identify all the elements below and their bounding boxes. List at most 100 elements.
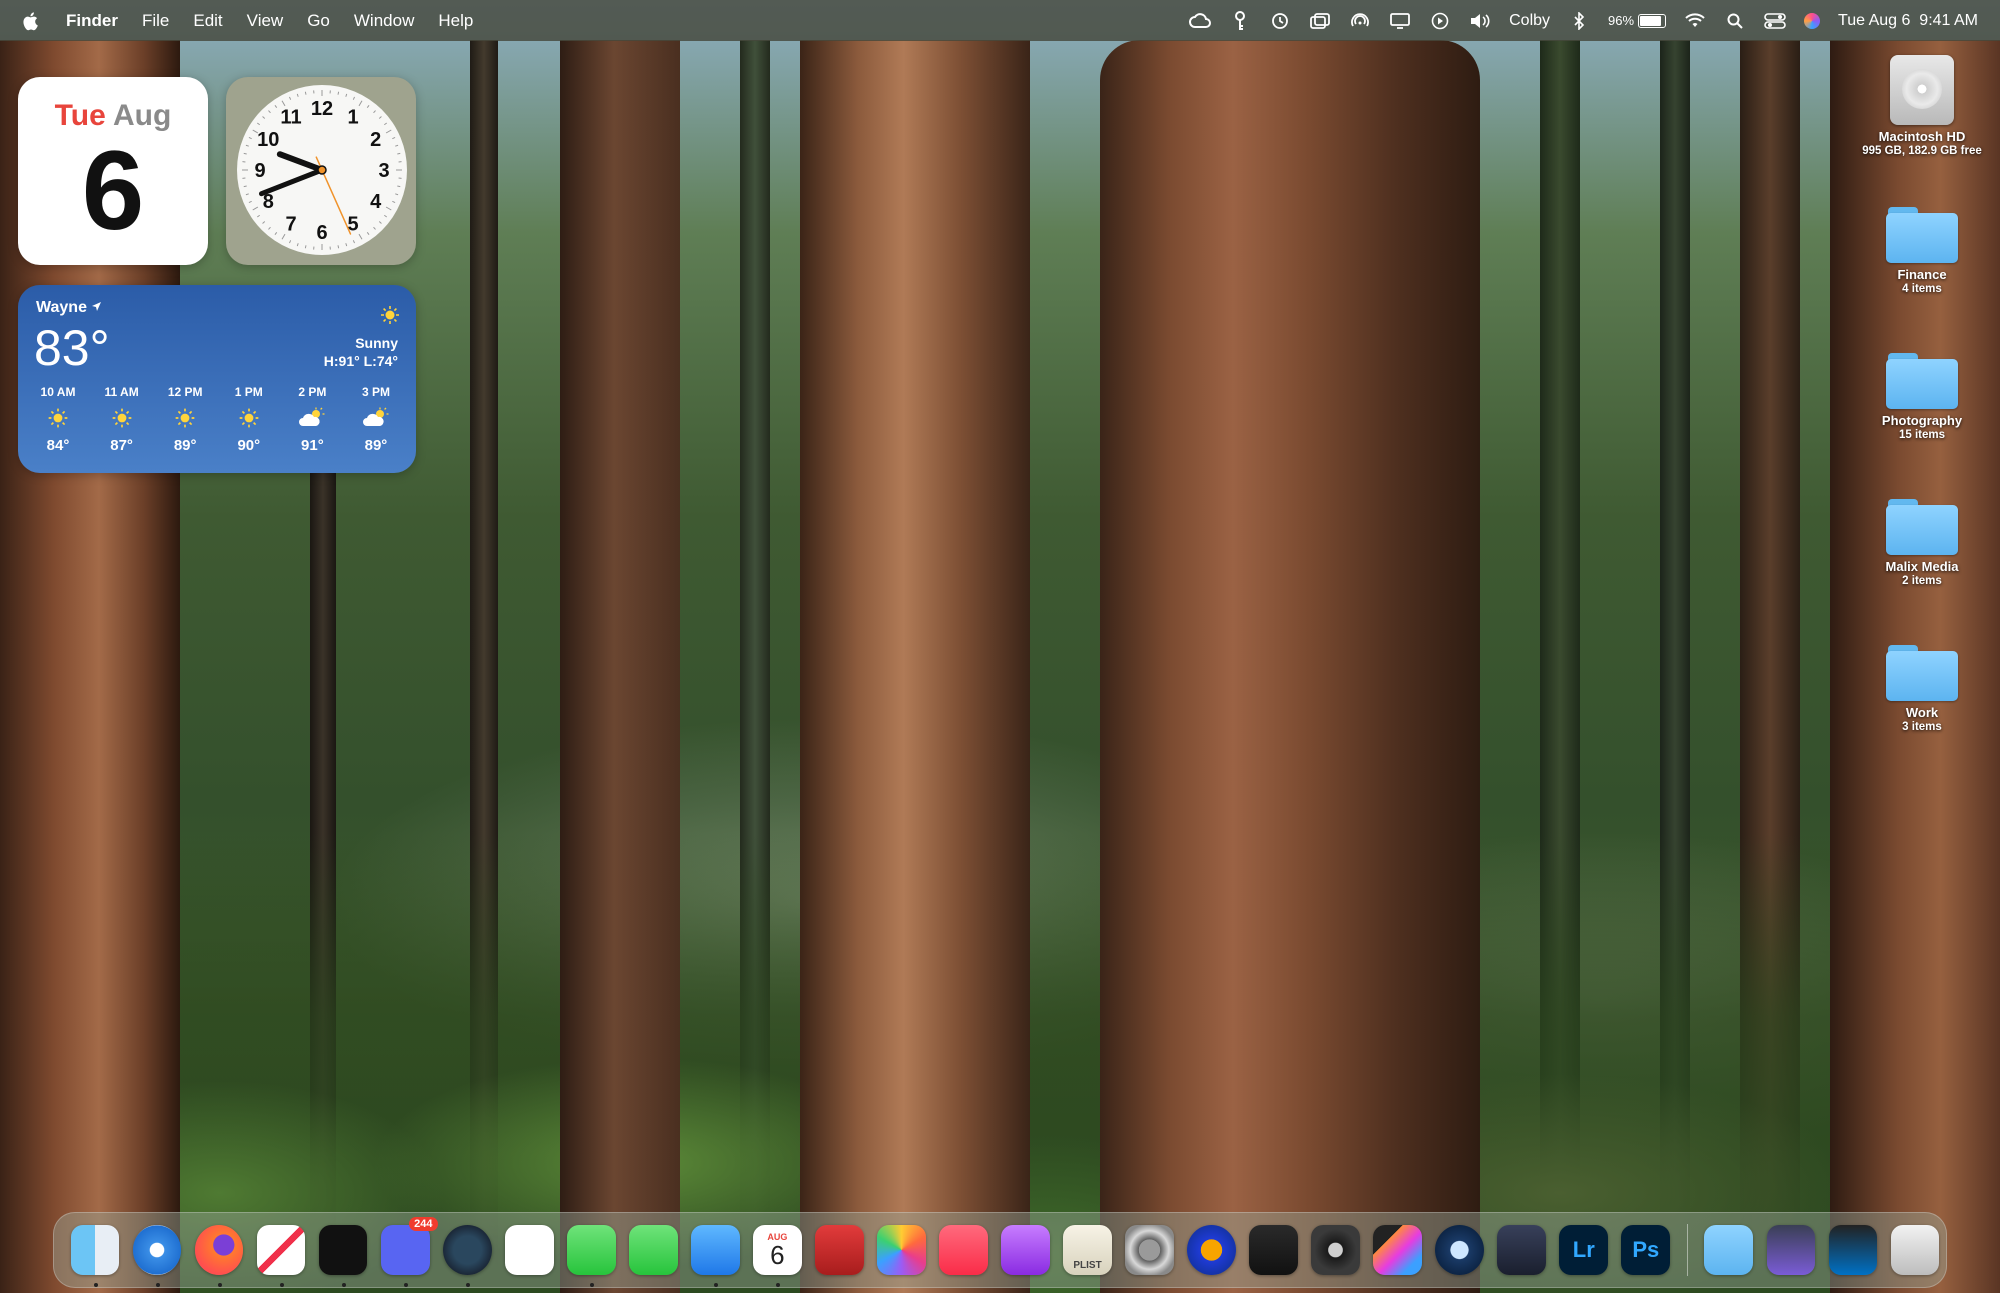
running-indicator bbox=[589, 1283, 594, 1287]
display-icon[interactable] bbox=[1389, 12, 1411, 30]
dock-lightroom-icon[interactable]: Lr bbox=[1559, 1225, 1609, 1275]
dock-firefox-icon[interactable] bbox=[194, 1225, 244, 1287]
clock-tick bbox=[358, 233, 363, 240]
dock-photos-icon[interactable] bbox=[877, 1225, 926, 1275]
dock-layers-app-icon[interactable] bbox=[504, 1225, 554, 1275]
clock-tick bbox=[296, 93, 299, 97]
clock-tick bbox=[392, 200, 396, 203]
dock-intel-stack-icon[interactable] bbox=[1828, 1225, 1878, 1275]
weather-location: Wayne bbox=[36, 299, 102, 317]
creative-cloud-icon[interactable] bbox=[1189, 12, 1212, 30]
clock-tick bbox=[352, 96, 355, 100]
running-indicator bbox=[465, 1283, 470, 1287]
volume-icon[interactable] bbox=[1469, 12, 1491, 30]
dock-garageband-icon[interactable] bbox=[1249, 1225, 1298, 1275]
dock-messages-icon[interactable] bbox=[566, 1225, 616, 1287]
clock-tick bbox=[352, 240, 355, 244]
wifi-icon[interactable] bbox=[1684, 12, 1706, 30]
dock-separator bbox=[1686, 1224, 1688, 1276]
menu-help[interactable]: Help bbox=[438, 11, 473, 31]
dock-facetime-icon[interactable] bbox=[628, 1225, 678, 1275]
clock-tick bbox=[248, 137, 252, 140]
dock-final-cut-pro-icon[interactable] bbox=[1373, 1225, 1422, 1275]
clock-number: 12 bbox=[311, 98, 333, 120]
weather-widget[interactable]: Wayne 83° Sunny H:91° L:74° 10 AM 84° 11 A… bbox=[18, 285, 416, 473]
desktop-icon-finance[interactable]: Finance 4 items bbox=[1852, 207, 1992, 295]
dock-mail-icon[interactable] bbox=[691, 1225, 740, 1287]
desktop-icon-subtitle: 2 items bbox=[1902, 575, 1942, 587]
dock-audacity-icon[interactable] bbox=[1187, 1225, 1236, 1275]
desktop-icon-photography[interactable]: Photography 15 items bbox=[1852, 353, 1992, 441]
clock-widget[interactable]: 12 1 2 3 4 5 6 7 8 9 10 11 bbox=[226, 77, 416, 265]
play-icon[interactable] bbox=[1429, 12, 1451, 30]
clock-tick bbox=[378, 221, 382, 224]
clock-tick bbox=[243, 185, 247, 188]
clock-tick bbox=[268, 226, 271, 230]
clock-tick bbox=[384, 214, 388, 218]
clock-tick bbox=[395, 144, 399, 147]
dock-safari-icon[interactable] bbox=[132, 1225, 182, 1287]
dock-news-icon[interactable] bbox=[256, 1225, 306, 1287]
clock-tick bbox=[262, 116, 266, 119]
desktop-icon-label: Macintosh HD bbox=[1878, 129, 1966, 144]
dock-trash-icon[interactable] bbox=[1890, 1225, 1940, 1275]
running-indicator bbox=[776, 1283, 781, 1287]
dock-plist-editor-icon[interactable]: PLIST bbox=[1063, 1225, 1112, 1275]
hourly-temp: 87° bbox=[110, 437, 133, 454]
clock-tick bbox=[373, 226, 376, 230]
dock-steam-icon[interactable] bbox=[442, 1225, 492, 1287]
dock-photoshop-icon[interactable]: Ps bbox=[1621, 1225, 1671, 1275]
partly-cloudy-icon bbox=[346, 403, 406, 433]
dock-finder-icon[interactable] bbox=[70, 1225, 120, 1287]
spotlight-search-icon[interactable] bbox=[1724, 12, 1746, 30]
dock-quicktime-icon[interactable] bbox=[1435, 1225, 1485, 1275]
hourly-temp: 89° bbox=[173, 437, 197, 454]
airdrop-icon[interactable] bbox=[1349, 12, 1371, 30]
desktop-icon-subtitle: 3 items bbox=[1902, 721, 1942, 733]
menu-app-name[interactable]: Finder bbox=[66, 11, 118, 31]
menu-file[interactable]: File bbox=[142, 11, 169, 31]
dock-podcasts-icon[interactable] bbox=[1001, 1225, 1050, 1275]
control-center-icon[interactable] bbox=[1764, 12, 1786, 30]
clock-number: 7 bbox=[285, 214, 296, 236]
menu-view[interactable]: View bbox=[247, 11, 284, 31]
desktop-icon-macintosh-hd[interactable]: Macintosh HD 995 GB, 182.9 GB free bbox=[1852, 55, 1992, 157]
dock-app-glyph: Lr bbox=[1572, 1237, 1595, 1262]
dock-davinci-resolve-icon[interactable] bbox=[1497, 1225, 1547, 1275]
bluetooth-icon[interactable] bbox=[1568, 11, 1590, 30]
clock-number: 10 bbox=[257, 129, 279, 151]
dock-system-settings-icon[interactable] bbox=[1125, 1225, 1174, 1275]
sun-icon bbox=[155, 403, 215, 433]
clock-center bbox=[317, 165, 327, 175]
dock-stocks-icon[interactable] bbox=[318, 1225, 368, 1287]
clock-tick bbox=[366, 232, 370, 236]
weather-condition: Sunny bbox=[355, 335, 398, 351]
dock-calendar-icon[interactable]: AUG 6 bbox=[753, 1225, 802, 1287]
hourly-temp: 91° bbox=[301, 437, 324, 454]
user-name[interactable]: Colby bbox=[1509, 12, 1550, 30]
hourly-forecast-item: 10 AM 84° bbox=[28, 385, 88, 454]
dock-downloads-folder-icon[interactable] bbox=[1704, 1225, 1754, 1275]
clock-tick bbox=[392, 137, 396, 140]
dock-photo-booth-icon[interactable] bbox=[815, 1225, 864, 1275]
menu-edit[interactable]: Edit bbox=[193, 11, 222, 31]
menu-go[interactable]: Go bbox=[307, 11, 330, 31]
window-manager-icon[interactable] bbox=[1309, 12, 1331, 30]
calendar-widget[interactable]: Tue Aug 6 bbox=[18, 77, 208, 265]
siri-icon[interactable] bbox=[1804, 12, 1821, 29]
dock-compressor-icon[interactable] bbox=[1311, 1225, 1360, 1275]
dock-screenshot-stack-icon[interactable] bbox=[1766, 1225, 1816, 1275]
menu-clock[interactable]: Tue Aug 6 9:41 AM bbox=[1838, 12, 1978, 30]
desktop-icon-work[interactable]: Work 3 items bbox=[1852, 645, 1992, 733]
clock-tick bbox=[274, 104, 278, 108]
desktop-icon-label: Malix Media bbox=[1885, 559, 1959, 574]
menu-window[interactable]: Window bbox=[354, 11, 414, 31]
apple-menu-icon[interactable] bbox=[22, 11, 40, 31]
desktop-icon-malix-media[interactable]: Malix Media 2 items bbox=[1852, 499, 1992, 587]
dock-music-icon[interactable] bbox=[939, 1225, 988, 1275]
key-icon[interactable] bbox=[1229, 10, 1251, 30]
dock-discord-icon[interactable]: 244 bbox=[380, 1217, 438, 1287]
battery-status[interactable]: 96% bbox=[1608, 13, 1667, 28]
time-machine-icon[interactable] bbox=[1269, 12, 1291, 30]
folder-icon bbox=[1886, 645, 1958, 701]
